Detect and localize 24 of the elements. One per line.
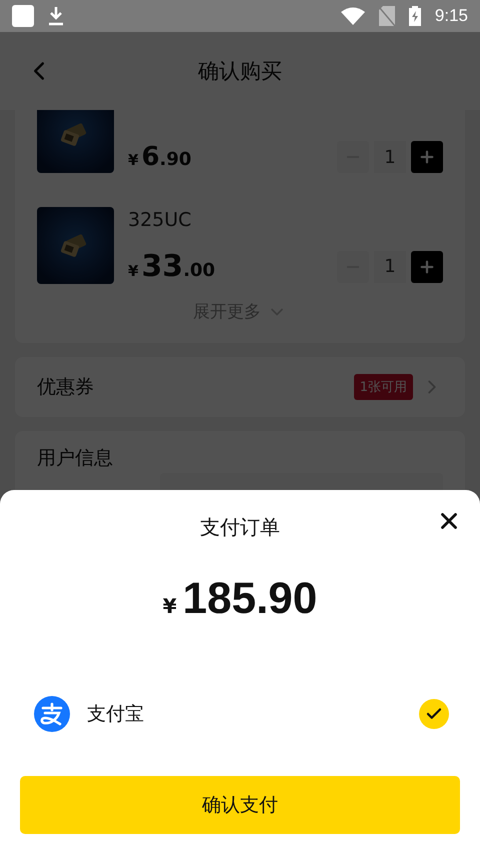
payment-logo-icon (34, 696, 70, 732)
price: ¥33.00 (128, 249, 216, 284)
selected-check[interactable] (419, 699, 449, 729)
price: ¥6.90 (128, 142, 192, 172)
plus-icon (418, 148, 436, 166)
coupon-card[interactable]: 优惠券 1张可用 (15, 357, 465, 417)
no-sim-icon (378, 6, 395, 26)
wifi-icon (340, 7, 365, 25)
sheet-title: 支付订单 (200, 514, 280, 540)
plus-button[interactable] (411, 141, 443, 173)
plus-icon (418, 258, 436, 276)
battery-charging-icon (408, 6, 421, 26)
plus-button[interactable] (411, 250, 443, 282)
notification-icon (12, 5, 34, 27)
user-info-title: 用户信息 (37, 447, 113, 469)
payment-amount: ¥185.90 (162, 573, 318, 625)
product-name: 325UC (128, 209, 192, 231)
status-time: 9:15 (434, 6, 468, 26)
download-icon (48, 6, 64, 26)
coupon-label: 优惠券 (37, 375, 94, 400)
confirm-pay-button[interactable]: 确认支付 (20, 776, 460, 834)
coupon-count-badge: 1张可用 (354, 374, 413, 400)
page-title: 确认购买 (198, 58, 282, 85)
payment-method-name: 支付宝 (87, 702, 145, 727)
